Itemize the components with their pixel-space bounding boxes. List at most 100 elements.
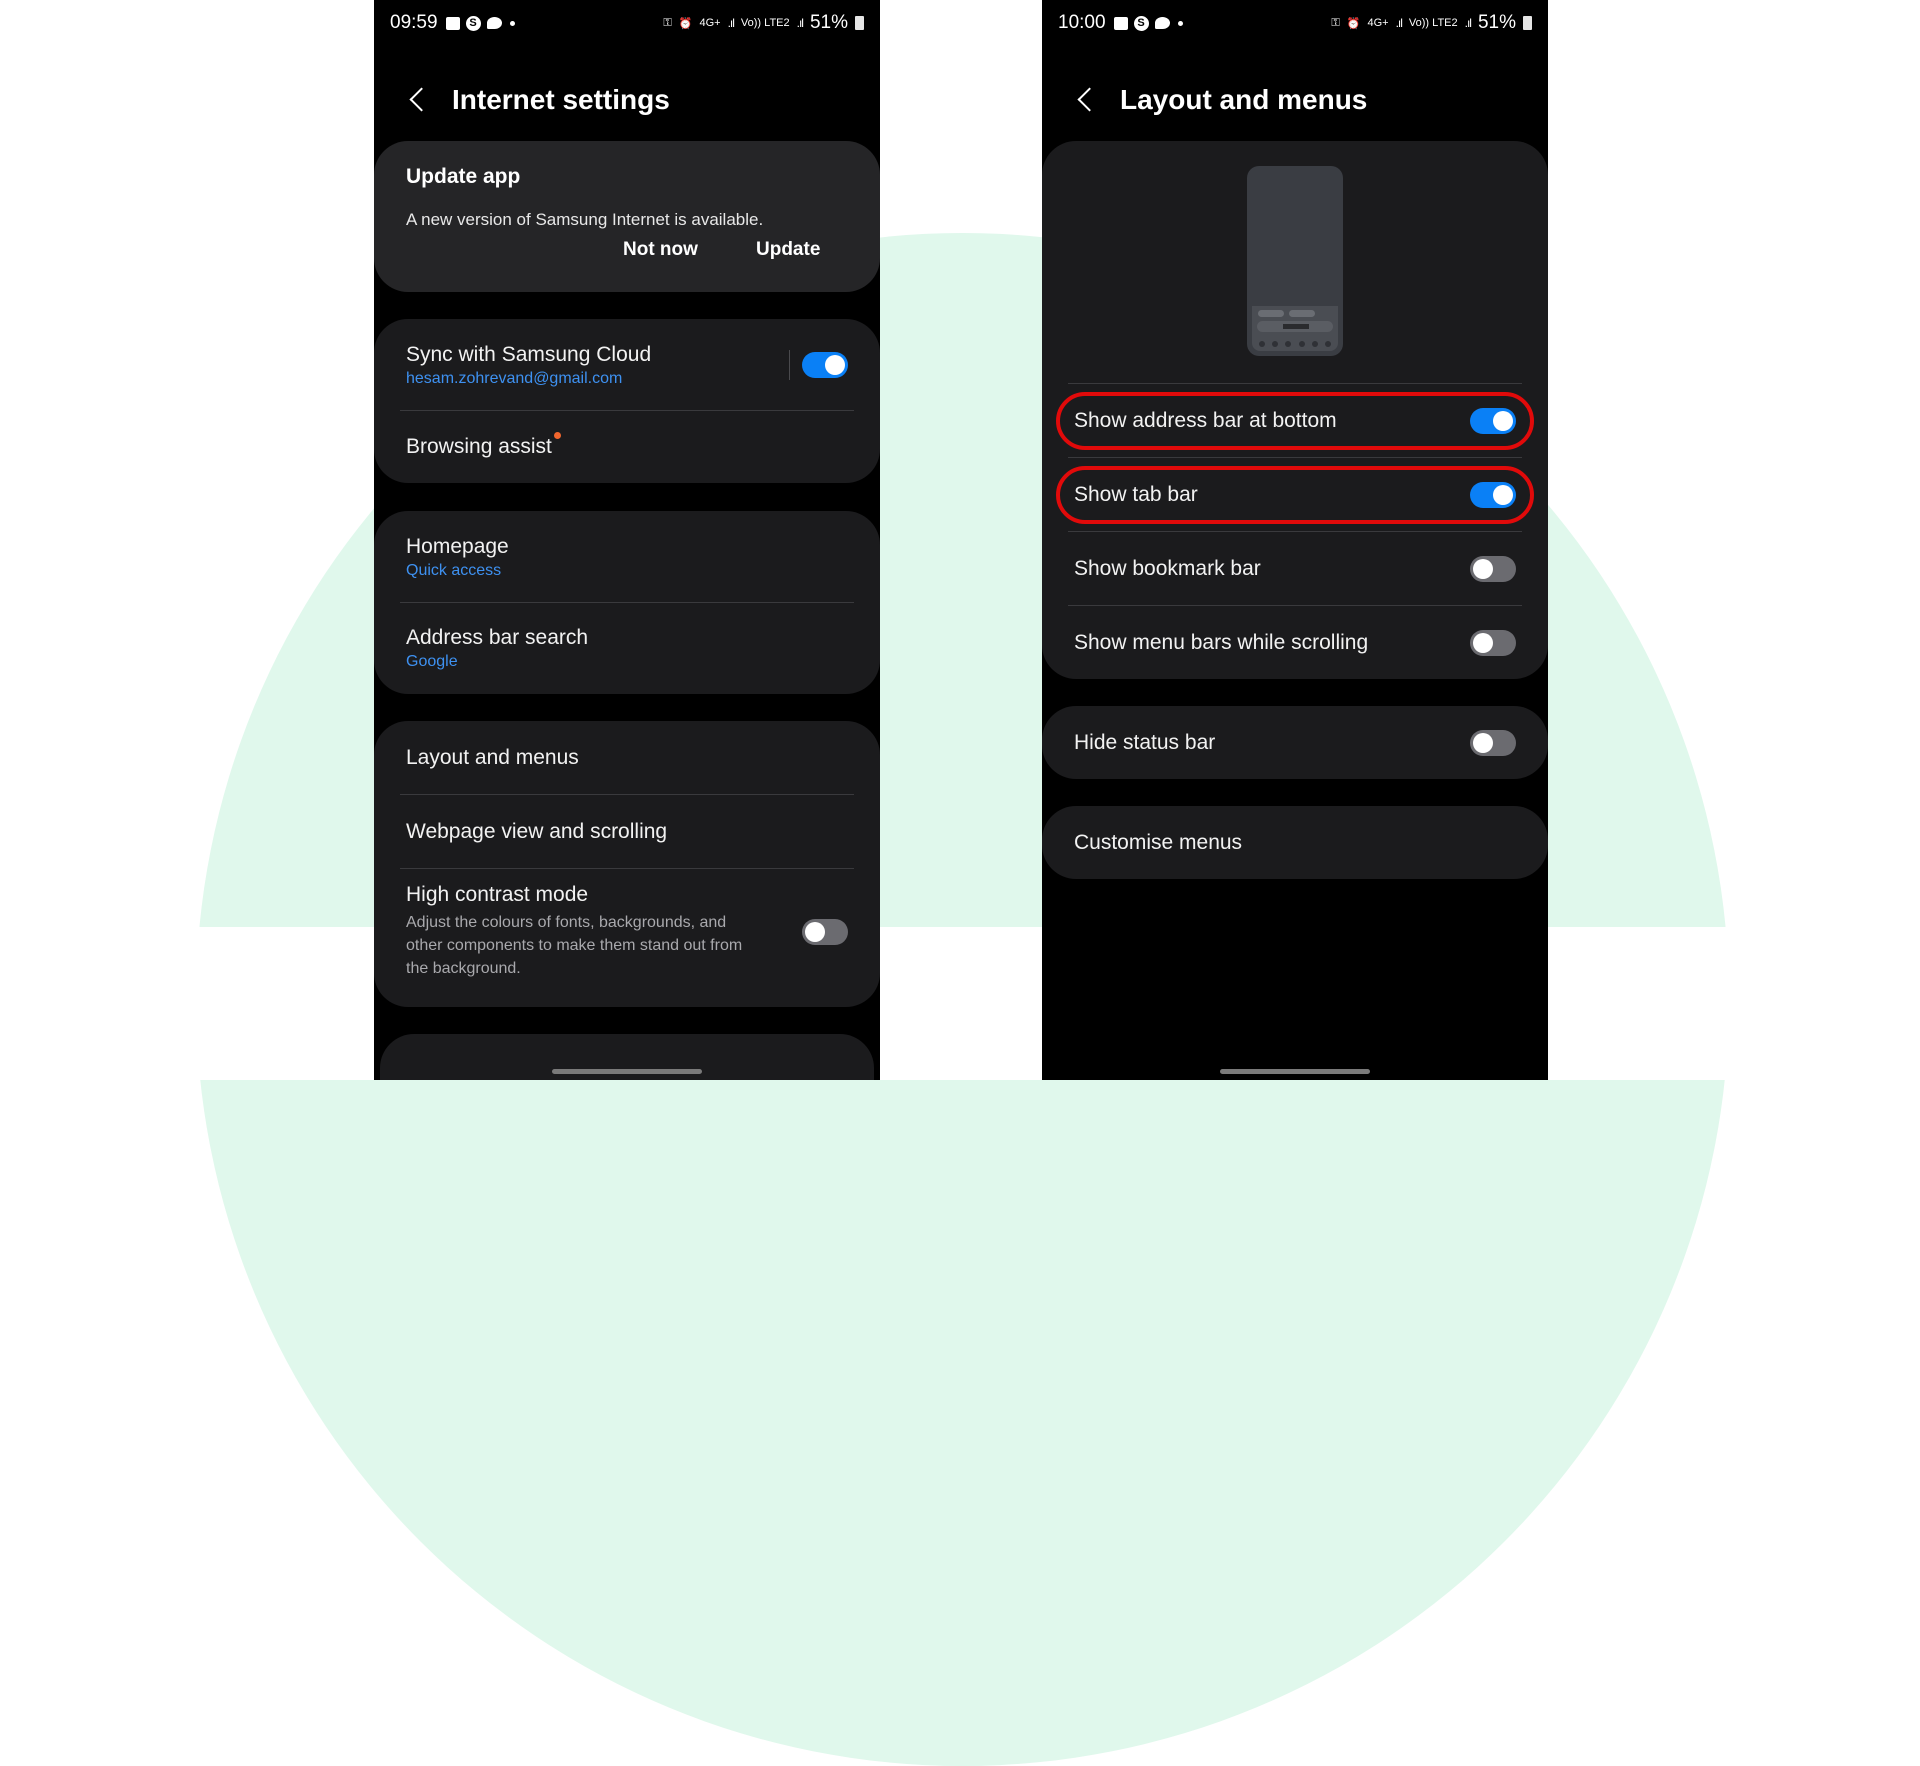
chat-icon [1154,17,1170,29]
network-lte2-label: Vo)) LTE2 [1408,17,1458,29]
update-button[interactable]: Update [756,239,820,261]
show-address-bar-bottom-row[interactable]: Show address bar at bottom [1042,384,1548,458]
battery-percent: 51% [809,12,848,33]
phone-screen-internet-settings: 09:59 S ⚿ ⏰ 4G+ .ıl Vo)) LTE2 .ıl 51% In… [374,0,880,1080]
divider [789,350,790,380]
battery-icon [1523,16,1532,30]
toggle-label: Show menu bars while scrolling [1074,631,1369,654]
sync-toggle[interactable] [802,352,848,378]
homepage-row[interactable]: Homepage Quick access [374,511,880,603]
page-title: Layout and menus [1120,84,1368,115]
preview-bottom-bar [1252,306,1338,351]
network-4g-label: 4G+ [1367,17,1389,29]
chevron-left-icon[interactable] [1072,86,1100,114]
hide-status-bar-card: Hide status bar [1042,706,1548,779]
signal-icon: .ıl [1395,16,1403,30]
show-tab-bar-toggle[interactable] [1470,482,1516,508]
homepage-label: Homepage [406,534,509,558]
dot-icon [509,20,515,26]
show-tab-bar-row[interactable]: Show tab bar [1042,458,1548,532]
hide-status-bar-toggle[interactable] [1470,729,1516,756]
toggle-list: Show address bar at bottom Show tab bar … [1042,384,1548,680]
toggle-knob [805,922,825,942]
toggle-knob [1493,485,1513,505]
network-lte2-label: Vo)) LTE2 [740,17,790,29]
samsung-s-icon: S [465,15,481,31]
vpn-key-icon: ⚿ [663,16,672,29]
high-contrast-description: Adjust the colours of fonts, backgrounds… [406,914,743,977]
browsing-assist-label: Browsing assist [406,435,552,458]
sync-account: hesam.zohrevand@gmail.com [406,369,623,387]
address-bar-search-value: Google [406,653,458,670]
hide-status-bar-label: Hide status bar [1074,730,1216,754]
chevron-left-icon[interactable] [404,86,432,114]
high-contrast-row[interactable]: High contrast mode Adjust the colours of… [374,869,880,1003]
toggle-knob [1473,732,1493,753]
chat-icon [486,17,502,29]
preview-address-bar [1257,321,1333,332]
samsung-s-icon: S [1133,15,1149,31]
toggle-knob [825,355,845,375]
high-contrast-label: High contrast mode [406,883,589,906]
dot-icon [1177,20,1183,26]
alarm-icon: ⏰ [1346,17,1361,30]
layout-menus-label: Layout and menus [406,746,579,769]
new-badge-dot [553,432,561,439]
webpage-view-row[interactable]: Webpage view and scrolling [374,795,880,869]
layout-menus-row[interactable]: Layout and menus [374,721,880,795]
signal-icon: .ıl [1464,16,1472,30]
show-menu-bars-scrolling-toggle[interactable] [1470,630,1516,656]
address-bar-search-label: Address bar search [406,626,589,649]
high-contrast-toggle[interactable] [802,919,848,945]
home-group-card: Homepage Quick access Address bar search… [374,511,880,694]
sync-group-card: Sync with Samsung Cloud hesam.zohrevand@… [374,319,880,483]
battery-icon [855,16,864,30]
not-now-button[interactable]: Not now [623,239,698,261]
status-time: 09:59 [390,12,438,33]
toggle-knob [1473,633,1493,653]
home-indicator[interactable] [552,1069,702,1074]
layout-options-card: Show address bar at bottom Show tab bar … [1042,141,1548,679]
webpage-view-label: Webpage view and scrolling [406,820,668,843]
customise-menus-row[interactable]: Customise menus [1042,806,1548,879]
update-card-title: Update app [406,165,521,188]
page-header: Internet settings [374,78,880,122]
show-bookmark-bar-toggle[interactable] [1470,556,1516,582]
update-app-card: Update app A new version of Samsung Inte… [374,141,880,292]
address-bar-search-row[interactable]: Address bar search Google [374,603,880,694]
background-base [0,927,1920,1080]
phone-screen-layout-and-menus: 10:00 S ⚿ ⏰ 4G+ .ıl Vo)) LTE2 .ıl 51% La… [1042,0,1548,1080]
signal-icon: .ıl [727,16,735,30]
toggle-label: Show address bar at bottom [1074,409,1337,432]
layout-group-card: Layout and menus Webpage view and scroll… [374,721,880,1007]
status-time: 10:00 [1058,12,1106,33]
toggle-label: Show tab bar [1074,483,1198,506]
browsing-assist-row[interactable]: Browsing assist [374,411,880,483]
toggle-knob [1473,559,1493,579]
toggle-label: Show bookmark bar [1074,557,1261,580]
vpn-key-icon: ⚿ [1331,16,1340,29]
show-address-bar-bottom-toggle[interactable] [1470,408,1516,434]
phone-layout-preview-icon [1247,166,1343,356]
sync-samsung-cloud-row[interactable]: Sync with Samsung Cloud hesam.zohrevand@… [374,319,880,411]
update-card-message: A new version of Samsung Internet is ava… [406,210,764,229]
alarm-icon: ⏰ [678,17,693,30]
show-menu-bars-scrolling-row[interactable]: Show menu bars while scrolling [1042,606,1548,680]
status-bar: 09:59 S ⚿ ⏰ 4G+ .ıl Vo)) LTE2 .ıl 51% [390,12,864,34]
hide-status-bar-row[interactable]: Hide status bar [1042,706,1548,779]
homepage-value: Quick access [406,561,502,579]
status-bar: 10:00 S ⚿ ⏰ 4G+ .ıl Vo)) LTE2 .ıl 51% [1058,12,1532,34]
toggle-knob [1493,411,1513,431]
signal-icon: .ıl [796,16,804,30]
page-header: Layout and menus [1042,78,1548,122]
sync-label: Sync with Samsung Cloud [406,342,652,366]
network-4g-label: 4G+ [699,17,721,29]
gallery-icon [445,16,460,30]
gallery-icon [1113,16,1128,30]
show-bookmark-bar-row[interactable]: Show bookmark bar [1042,532,1548,606]
battery-percent: 51% [1477,12,1516,33]
page-title: Internet settings [452,84,670,115]
customise-menus-label: Customise menus [1074,830,1243,854]
home-indicator[interactable] [1220,1069,1370,1074]
customise-menus-card: Customise menus [1042,806,1548,879]
